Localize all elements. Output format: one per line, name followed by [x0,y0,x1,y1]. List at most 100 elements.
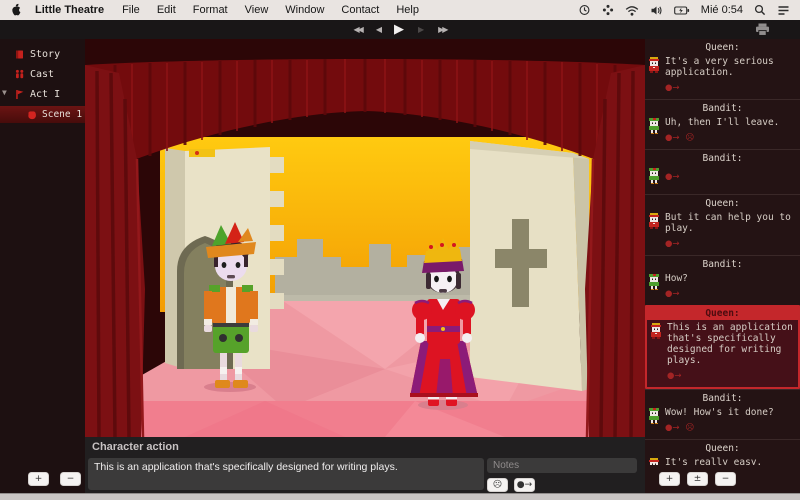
queen-avatar [648,212,661,249]
wifi-icon[interactable] [625,5,639,16]
time-machine-icon[interactable] [578,4,591,16]
dialogue-action-icons: ●→ [667,371,793,381]
apple-menu-icon[interactable] [10,3,23,17]
insert-line-button[interactable]: ± [687,472,708,486]
play-button[interactable]: ▶ [394,23,404,36]
menubar-items: File Edit Format View Window Contact Help [122,4,436,16]
menu-item-edit[interactable]: Edit [157,4,176,16]
dialogue-character-name: Bandit: [645,258,800,271]
dialogue-action-icons: ●→ [665,172,795,182]
dialogue-character-name: Queen: [645,197,800,210]
move-button[interactable]: ●→ [514,478,535,492]
dialogue-list[interactable]: Queen: It's a very serious application. … [645,39,800,465]
menubar-status-area: Mié 0:54 [578,4,790,16]
move-icon: ●→ [665,83,680,93]
emotion-icon: ☹ [686,423,695,433]
book-icon [14,49,25,60]
bandit-avatar [648,273,661,299]
dialogue-line: Uh, then I'll leave. [665,117,795,128]
menu-item-contact[interactable]: Contact [341,4,379,16]
spotlight-icon[interactable] [754,4,766,16]
dialogue-line: But it can help you to play. [665,212,795,234]
horizontal-scrollbar[interactable] [0,493,800,500]
sidebar-item-label: Cast [30,69,54,80]
sidebar-item-act-1[interactable]: ▼ Act I [0,84,85,104]
sidebar-item-label: Act I [30,89,60,100]
notification-center-icon[interactable] [777,5,790,16]
dialogue-action-icons: ●→☹ [665,423,795,433]
notes-input[interactable]: Notes [487,458,637,473]
scene-icon [27,110,37,120]
menu-bar: Little Theatre File Edit Format View Window C… [0,0,800,20]
sidebar-item-story[interactable]: Story [0,44,85,64]
move-icon: ●→ [667,371,682,381]
action-panel-title: Character action [92,441,179,453]
dialogue-character-name: Queen: [647,307,798,320]
app-window: Little Theatre File Edit Format View Window C… [0,0,800,500]
bandit-avatar [648,117,661,143]
act-icon [14,89,25,100]
dialogue-sidebar: Queen: It's a very serious application. … [645,39,800,493]
dialogue-entry[interactable]: Queen: But it can help you to play. ●→ [645,194,800,255]
dialogue-entry[interactable]: Bandit: ●→ [645,149,800,194]
dialogue-line: Wow! How's it done? [665,407,795,418]
menu-item-window[interactable]: Window [285,4,324,16]
previous-button[interactable]: ◀ [376,26,380,34]
action-buttons: ☹ ●→ [487,478,535,492]
cast-icon [14,69,25,80]
dialogue-entry[interactable]: Queen: It's a very serious application. … [645,39,800,99]
dialogue-buttons: + ±− [659,472,736,486]
add-item-button[interactable]: + [28,472,49,486]
dialogue-entry[interactable]: Bandit: How? ●→ [645,255,800,305]
dialogue-line: It's really easy. [665,457,795,465]
queen-avatar [650,322,663,381]
dialogue-entry[interactable]: Bandit: Wow! How's it done? ●→☹ [645,389,800,439]
move-icon: ●→ [665,239,680,249]
menu-item-help[interactable]: Help [396,4,419,16]
remove-item-button[interactable]: − [60,472,81,486]
dialogue-character-name: Bandit: [645,152,800,165]
menubar-clock[interactable]: Mié 0:54 [701,4,743,16]
dialogue-line: How? [665,273,795,284]
dialogue-action-icons: ●→ [665,289,795,299]
menu-item-file[interactable]: File [122,4,140,16]
dialogue-character-name: Queen: [645,41,800,54]
emotion-icon: ☹ [686,133,695,143]
queen-avatar [648,56,661,93]
stage-viewport[interactable] [85,39,645,437]
character-action-panel: Character action This is an application … [85,437,645,493]
input-source-icon[interactable] [602,4,614,16]
dialogue-entry[interactable]: Queen: This is an application that's spe… [645,305,800,389]
dialogue-action-icons: ●→ [665,83,795,93]
queen-avatar [648,457,661,465]
playback-toolbar: ◀◀◀▶▶▶▶ [0,20,800,39]
outline-sidebar: Story Cast ▼ Act I Scene 1 +− [0,39,85,493]
app-menu-title[interactable]: Little Theatre [35,4,104,16]
dialogue-entry[interactable]: Bandit: Uh, then I'll leave. ●→☹ [645,99,800,149]
bandit-avatar [648,407,661,433]
sidebar-item-cast[interactable]: Cast [0,64,85,84]
menu-item-view[interactable]: View [245,4,269,16]
add-line-button[interactable]: + [659,472,680,486]
dialogue-action-icons: ●→☹ [665,133,795,143]
emotion-button[interactable]: ☹ [487,478,508,492]
sidebar-item-label: Story [30,49,60,60]
move-icon: ●→ [665,289,680,299]
action-text-input[interactable]: This is an application that's specifical… [88,458,484,490]
disclosure-triangle-icon[interactable]: ▼ [2,89,7,97]
menu-item-format[interactable]: Format [193,4,228,16]
battery-icon[interactable] [674,5,690,16]
next-button[interactable]: ▶ [418,26,424,34]
dialogue-line: It's a very serious application. [665,56,795,78]
dialogue-entry[interactable]: Queen: It's really easy. [645,439,800,465]
sidebar-item-label: Scene 1 [42,109,82,120]
rewind-button[interactable]: ◀◀ [354,26,362,34]
remove-line-button[interactable]: − [715,472,736,486]
side-wall [470,141,600,391]
fast-forward-button[interactable]: ▶▶ [438,26,446,34]
volume-icon[interactable] [650,5,663,16]
sidebar-item-scene-1[interactable]: Scene 1 [0,106,85,123]
dialogue-character-name: Queen: [645,442,800,455]
bandit-avatar [648,167,661,188]
move-icon: ●→ [665,172,680,182]
